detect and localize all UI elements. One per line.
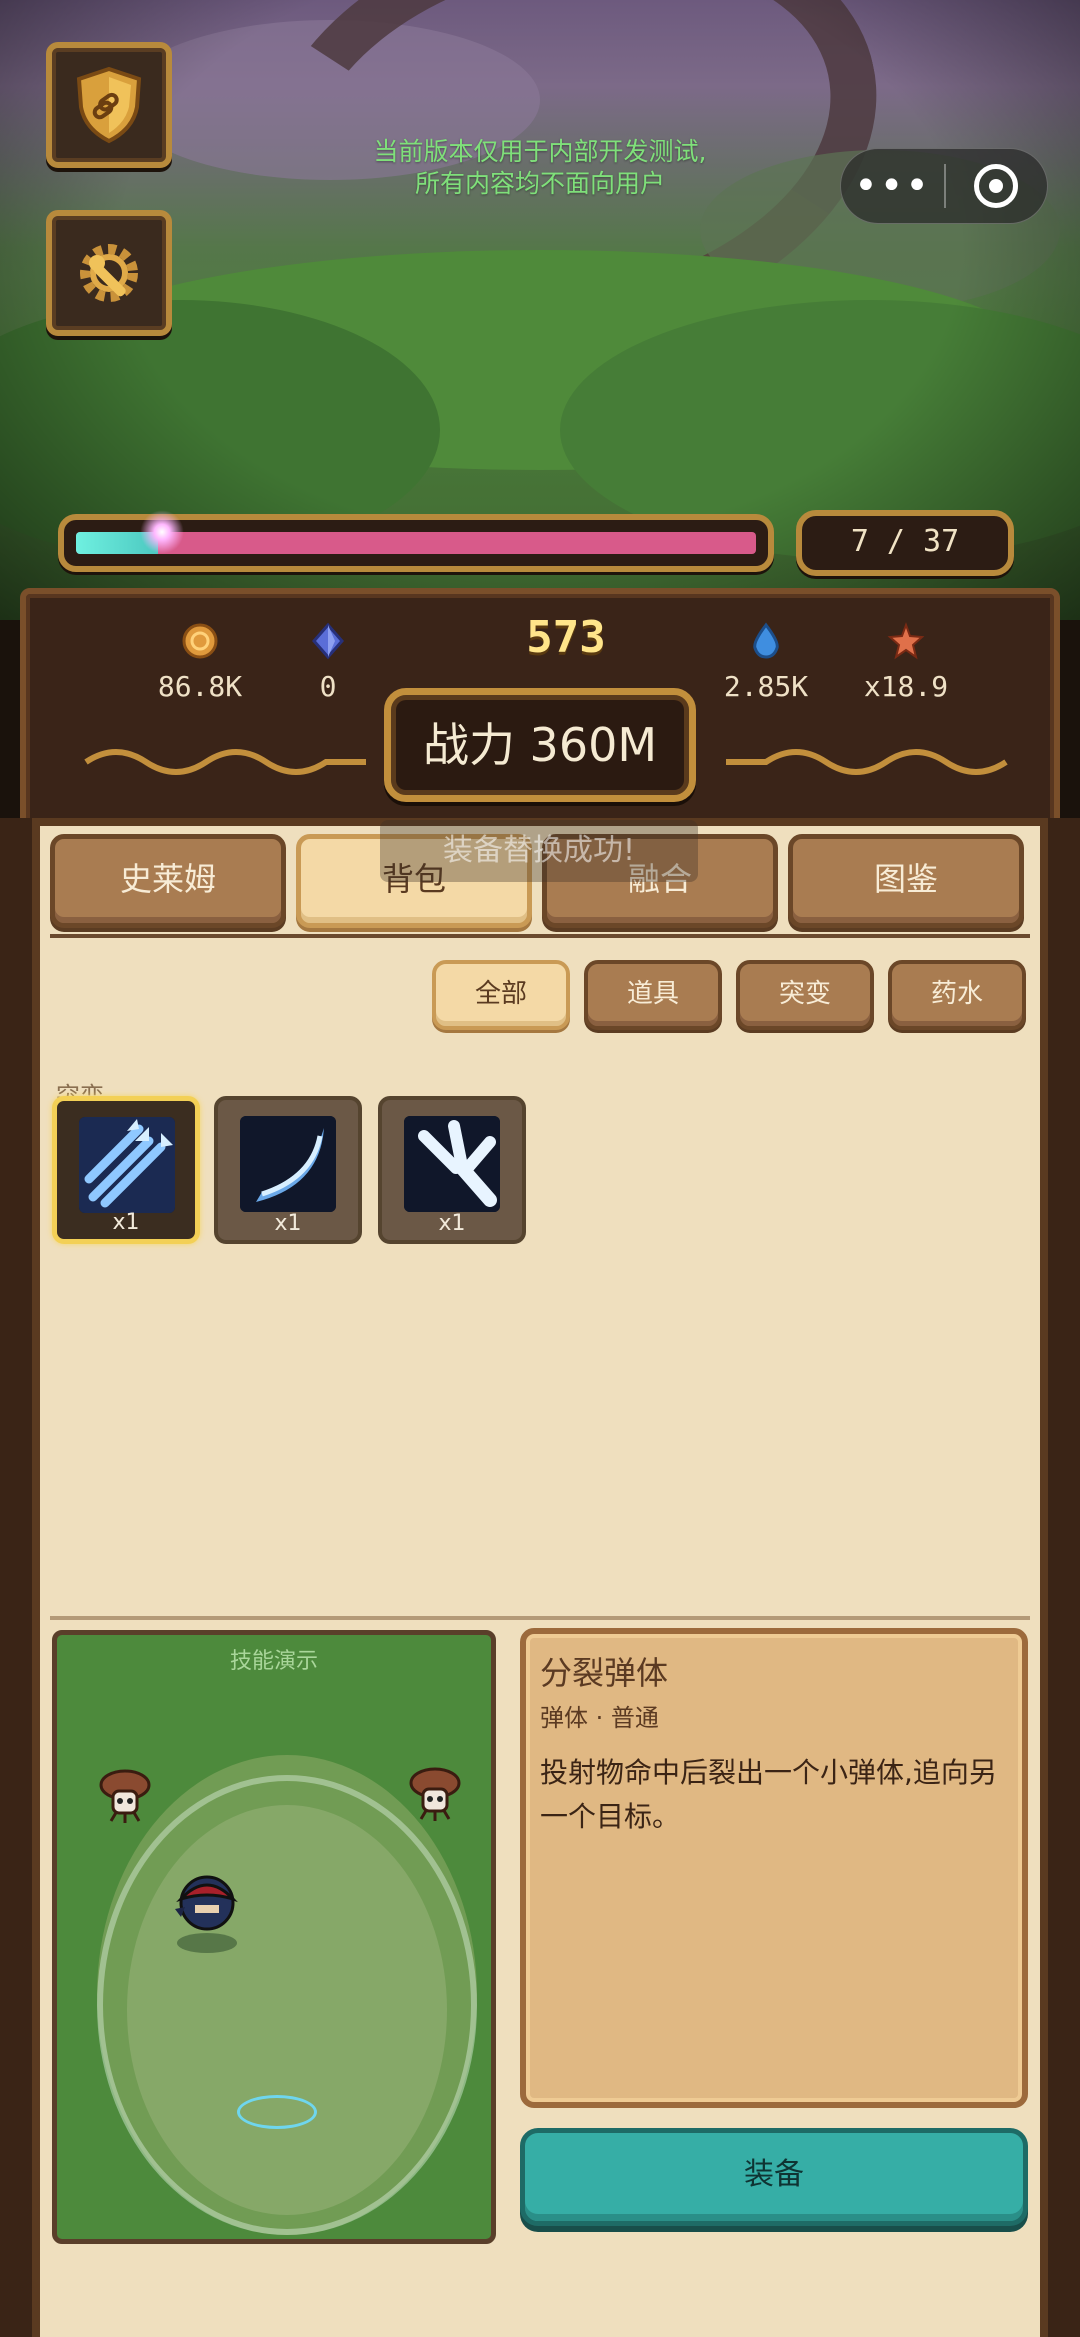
split-arrows-icon (79, 1117, 175, 1213)
gems-counter: 573 (526, 612, 606, 663)
ornament-left (84, 749, 366, 775)
filter-mutation[interactable]: 突变 (736, 960, 874, 1030)
shield-icon (76, 66, 142, 144)
multiplier-value: x18.9 (863, 670, 949, 703)
section-divider (50, 1616, 1030, 1620)
dev-notice: 当前版本仅用于内部开发测试, 所有内容均不面向用户 (300, 136, 780, 200)
section-label: 突变 (56, 1082, 104, 1098)
more-menu-button[interactable]: ••• (841, 151, 944, 221)
tab-slime[interactable]: 史莱姆 (50, 834, 286, 928)
filter-potion[interactable]: 药水 (888, 960, 1026, 1030)
inventory-item[interactable]: x1 (214, 1096, 362, 1244)
item-info-card: 分裂弹体 弹体 · 普通 投射物命中后裂出一个小弹体,追向另一个目标。 (520, 1628, 1028, 2108)
panel-edge-right (1048, 818, 1080, 2337)
gear-wrench-icon (80, 244, 138, 302)
filter-items[interactable]: 道具 (584, 960, 722, 1030)
blue-crystal-icon (312, 622, 344, 660)
equip-button[interactable]: 装备 (520, 2128, 1028, 2226)
item-meta: 弹体 · 普通 (540, 1704, 659, 1732)
inventory-item[interactable]: x1 (378, 1096, 526, 1244)
item-count: x1 (274, 1211, 302, 1236)
target-marker (237, 2095, 317, 2129)
toast-message: 装备替换成功! (380, 820, 698, 882)
crescent-slash-icon (240, 1116, 336, 1212)
mushroom-enemy-icon (99, 1769, 151, 1823)
wave-counter: 7 / 37 (796, 510, 1014, 576)
water-drop-icon (753, 622, 779, 659)
dev-notice-line1: 当前版本仅用于内部开发测试, (373, 137, 707, 166)
ornament-right (726, 749, 1008, 775)
coin-icon (182, 623, 218, 659)
skill-demo-view: 技能演示 (52, 1630, 496, 2244)
experience-bar (58, 510, 774, 572)
filter-all[interactable]: 全部 (432, 960, 570, 1030)
skill-demo-title: 技能演示 (229, 1649, 318, 1674)
item-count: x1 (438, 1211, 466, 1236)
item-count: x1 (112, 1210, 140, 1235)
settings-button[interactable] (46, 210, 172, 336)
multiplier-resource: x18.9 (826, 622, 986, 703)
combat-power: 战力 360M (384, 688, 696, 802)
star-icon (887, 622, 925, 660)
item-description: 投射物命中后裂出一个小弹体,追向另一个目标。 (540, 1756, 997, 1833)
dev-notice-line2: 所有内容均不面向用户 (414, 169, 665, 198)
inventory-item[interactable]: x1 (52, 1096, 200, 1244)
privacy-shield-button[interactable] (46, 42, 172, 168)
water-resource: 2.85K (686, 622, 846, 703)
miniprogram-capsule: ••• (840, 148, 1048, 224)
swirl-effect (97, 1775, 477, 2235)
player-character-icon (175, 1875, 238, 1953)
small-gems-value: 0 (319, 670, 337, 703)
close-miniprogram-button[interactable] (946, 164, 1047, 208)
water-value: 2.85K (723, 670, 809, 703)
small-gems-resource: 0 (248, 622, 408, 703)
tab-underline (50, 934, 1030, 938)
tab-codex[interactable]: 图鉴 (788, 834, 1024, 928)
panel-edge-left (0, 818, 32, 2337)
coins-value: 86.8K (157, 670, 243, 703)
mushroom-enemy-icon (409, 1767, 461, 1821)
spread-shot-icon (404, 1116, 500, 1212)
sparkle-icon (140, 510, 185, 554)
target-close-icon (974, 164, 1019, 208)
item-name: 分裂弹体 (540, 1654, 669, 1692)
game-screen: 当前版本仅用于内部开发测试, 所有内容均不面向用户 ••• 7 / 37 86.… (0, 0, 1080, 2337)
